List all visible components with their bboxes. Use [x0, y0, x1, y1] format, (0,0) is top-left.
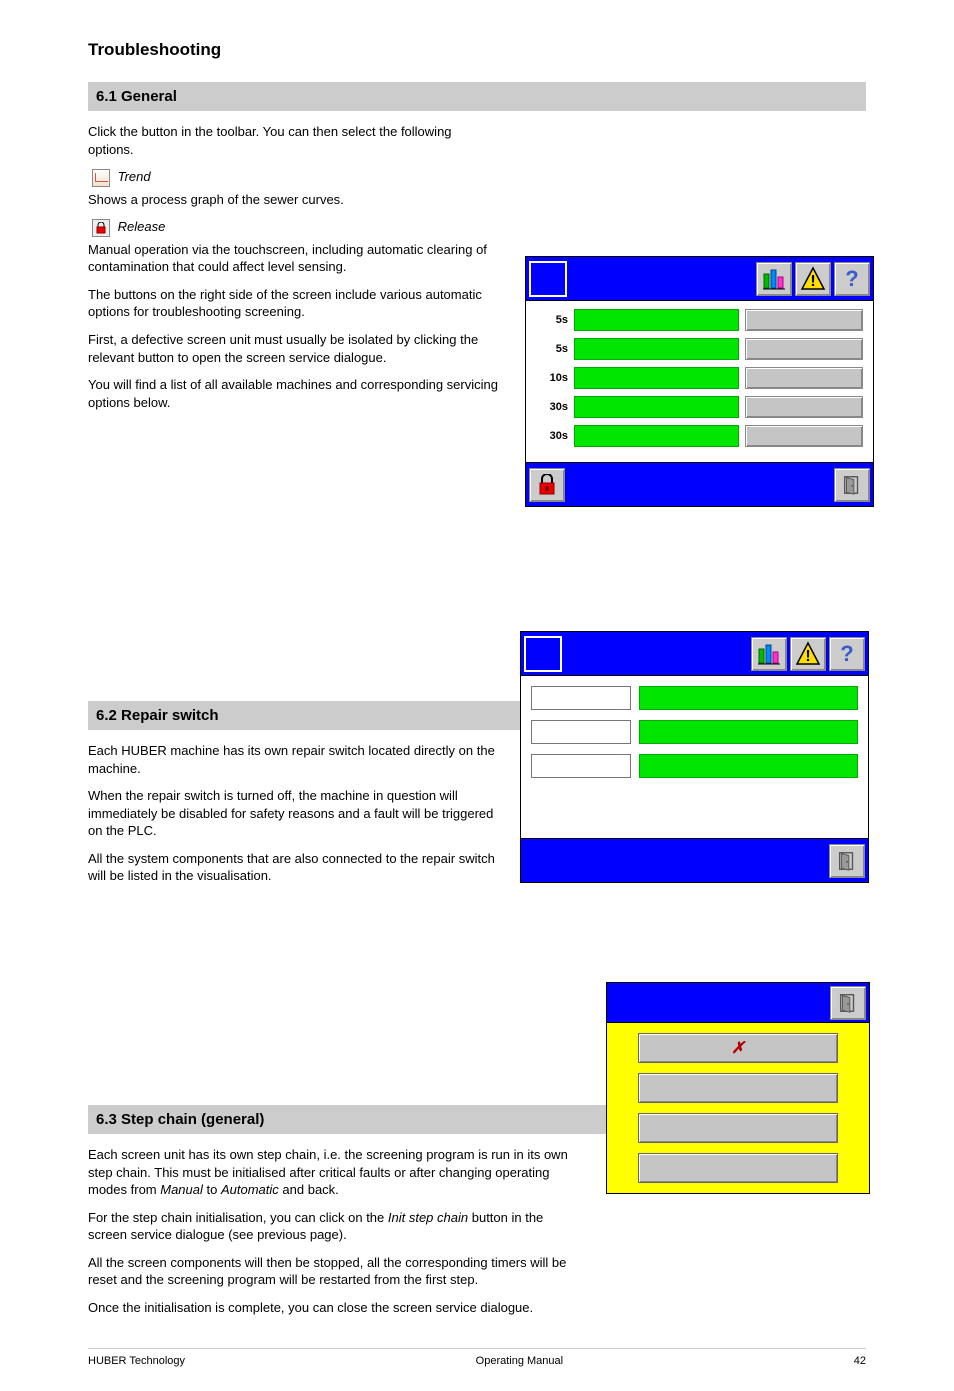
svg-text:!: !: [810, 273, 815, 290]
s1-para1: Click the button in the toolbar. You can…: [88, 123, 498, 158]
row-action-button[interactable]: [745, 425, 863, 447]
init-step-chain-button[interactable]: ✗: [638, 1033, 838, 1063]
s3-para3: All the screen components will then be s…: [88, 1254, 578, 1289]
row-action-button[interactable]: [745, 367, 863, 389]
exit-button[interactable]: [829, 844, 865, 878]
s1-para2: Shows a process graph of the sewer curve…: [88, 191, 498, 209]
s1-para3: Manual operation via the touchscreen, in…: [88, 241, 498, 276]
progress-bar: [574, 309, 739, 331]
x-icon: ✗: [731, 1038, 744, 1058]
heading-6-1: 6.1 General: [88, 82, 866, 111]
footer-right: 42: [854, 1355, 866, 1367]
status-bar: [639, 754, 858, 778]
svg-text:!: !: [805, 648, 810, 665]
warning-button[interactable]: !: [790, 637, 826, 671]
trend-icon: [92, 169, 110, 187]
help-button[interactable]: ?: [829, 637, 865, 671]
menu-button[interactable]: [638, 1073, 838, 1103]
panel3-body: ✗: [607, 1023, 869, 1193]
panel2-row: [531, 686, 858, 710]
bargraph-button[interactable]: [751, 637, 787, 671]
s2-para2: When the repair switch is turned off, th…: [88, 787, 498, 840]
panel2-row: [531, 754, 858, 778]
s1-para5: First, a defective screen unit must usua…: [88, 331, 498, 366]
row-action-button[interactable]: [745, 309, 863, 331]
release-label: Release: [118, 219, 166, 234]
repair-switch-panel: ! ?: [520, 631, 869, 883]
panel1-row: 30s: [536, 396, 863, 418]
duration-label: 30s: [536, 401, 568, 413]
screen-service-panel: ! ? 5s 5s 10s 30s 30s: [525, 256, 874, 507]
panel1-row: 5s: [536, 309, 863, 331]
panel2-row: [531, 720, 858, 744]
panel2-body: [521, 676, 868, 838]
s2-para1: Each HUBER machine has its own repair sw…: [88, 742, 498, 777]
status-bar: [639, 720, 858, 744]
s1-para4: The buttons on the right side of the scr…: [88, 286, 498, 321]
s3-para4: Once the initialisation is complete, you…: [88, 1299, 578, 1317]
text-input[interactable]: [531, 754, 631, 778]
progress-bar: [574, 367, 739, 389]
panel1-header-square: [529, 261, 567, 297]
s1-para6: You will find a list of all available ma…: [88, 376, 498, 411]
duration-label: 10s: [536, 372, 568, 384]
footer-center: Operating Manual: [476, 1355, 563, 1367]
menu-button[interactable]: [638, 1113, 838, 1143]
text-input[interactable]: [531, 720, 631, 744]
panel1-row: 10s: [536, 367, 863, 389]
panel2-header: ! ?: [521, 632, 868, 676]
row-action-button[interactable]: [745, 396, 863, 418]
row-action-button[interactable]: [745, 338, 863, 360]
progress-bar: [574, 396, 739, 418]
bargraph-button[interactable]: [756, 262, 792, 296]
trend-label: Trend: [118, 169, 151, 184]
s1-trend-line: Trend: [88, 168, 498, 187]
panel2-footer: [521, 838, 868, 882]
duration-label: 30s: [536, 430, 568, 442]
panel1-row: 5s: [536, 338, 863, 360]
footer-left: HUBER Technology: [88, 1355, 185, 1367]
s1-release-line: Release: [88, 218, 498, 237]
lock-button[interactable]: [529, 468, 565, 502]
progress-bar: [574, 425, 739, 447]
lock-icon: [92, 219, 110, 237]
panel1-footer: [526, 462, 873, 506]
duration-label: 5s: [536, 314, 568, 326]
exit-button[interactable]: [834, 468, 870, 502]
panel3-header: [607, 983, 869, 1023]
step-chain-panel: ✗: [606, 982, 870, 1194]
exit-button[interactable]: [830, 986, 866, 1020]
warning-button[interactable]: !: [795, 262, 831, 296]
page-title: Troubleshooting: [88, 40, 866, 60]
text-input[interactable]: [531, 686, 631, 710]
progress-bar: [574, 338, 739, 360]
s3-para1: Each screen unit has its own step chain,…: [88, 1146, 578, 1199]
panel1-row: 30s: [536, 425, 863, 447]
duration-label: 5s: [536, 343, 568, 355]
status-bar: [639, 686, 858, 710]
s3-para2: For the step chain initialisation, you c…: [88, 1209, 578, 1244]
panel2-header-square: [524, 636, 562, 672]
panel1-body: 5s 5s 10s 30s 30s: [526, 301, 873, 462]
help-button[interactable]: ?: [834, 262, 870, 296]
panel1-header: ! ?: [526, 257, 873, 301]
s2-para3: All the system components that are also …: [88, 850, 498, 885]
menu-button[interactable]: [638, 1153, 838, 1183]
